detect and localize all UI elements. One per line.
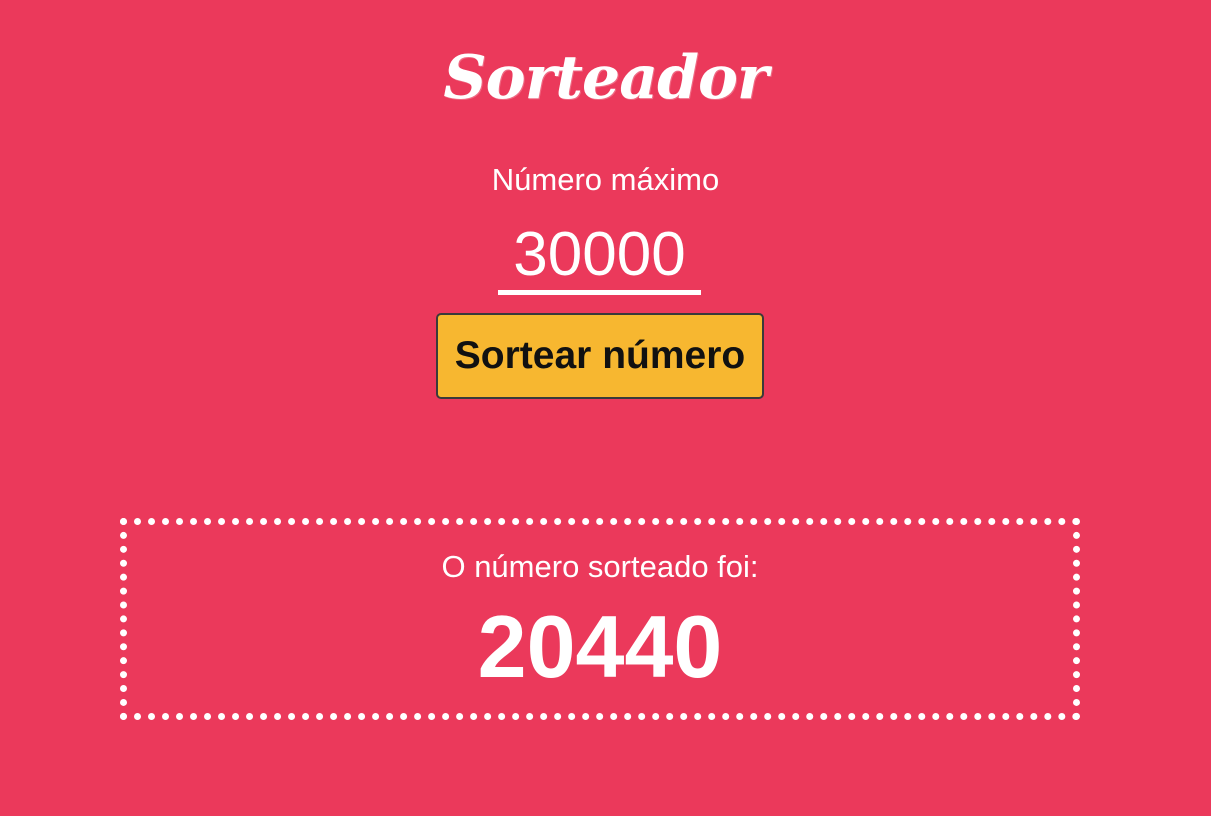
result-label: O número sorteado foi: (441, 549, 759, 584)
result-box: O número sorteado foi: 20440 (120, 518, 1080, 720)
max-number-label: Número máximo (491, 162, 720, 197)
draw-number-button[interactable]: Sortear número (436, 313, 764, 399)
max-number-input[interactable] (498, 218, 701, 295)
drawn-number: 20440 (477, 597, 723, 696)
app-title: Sorteador (443, 43, 768, 113)
